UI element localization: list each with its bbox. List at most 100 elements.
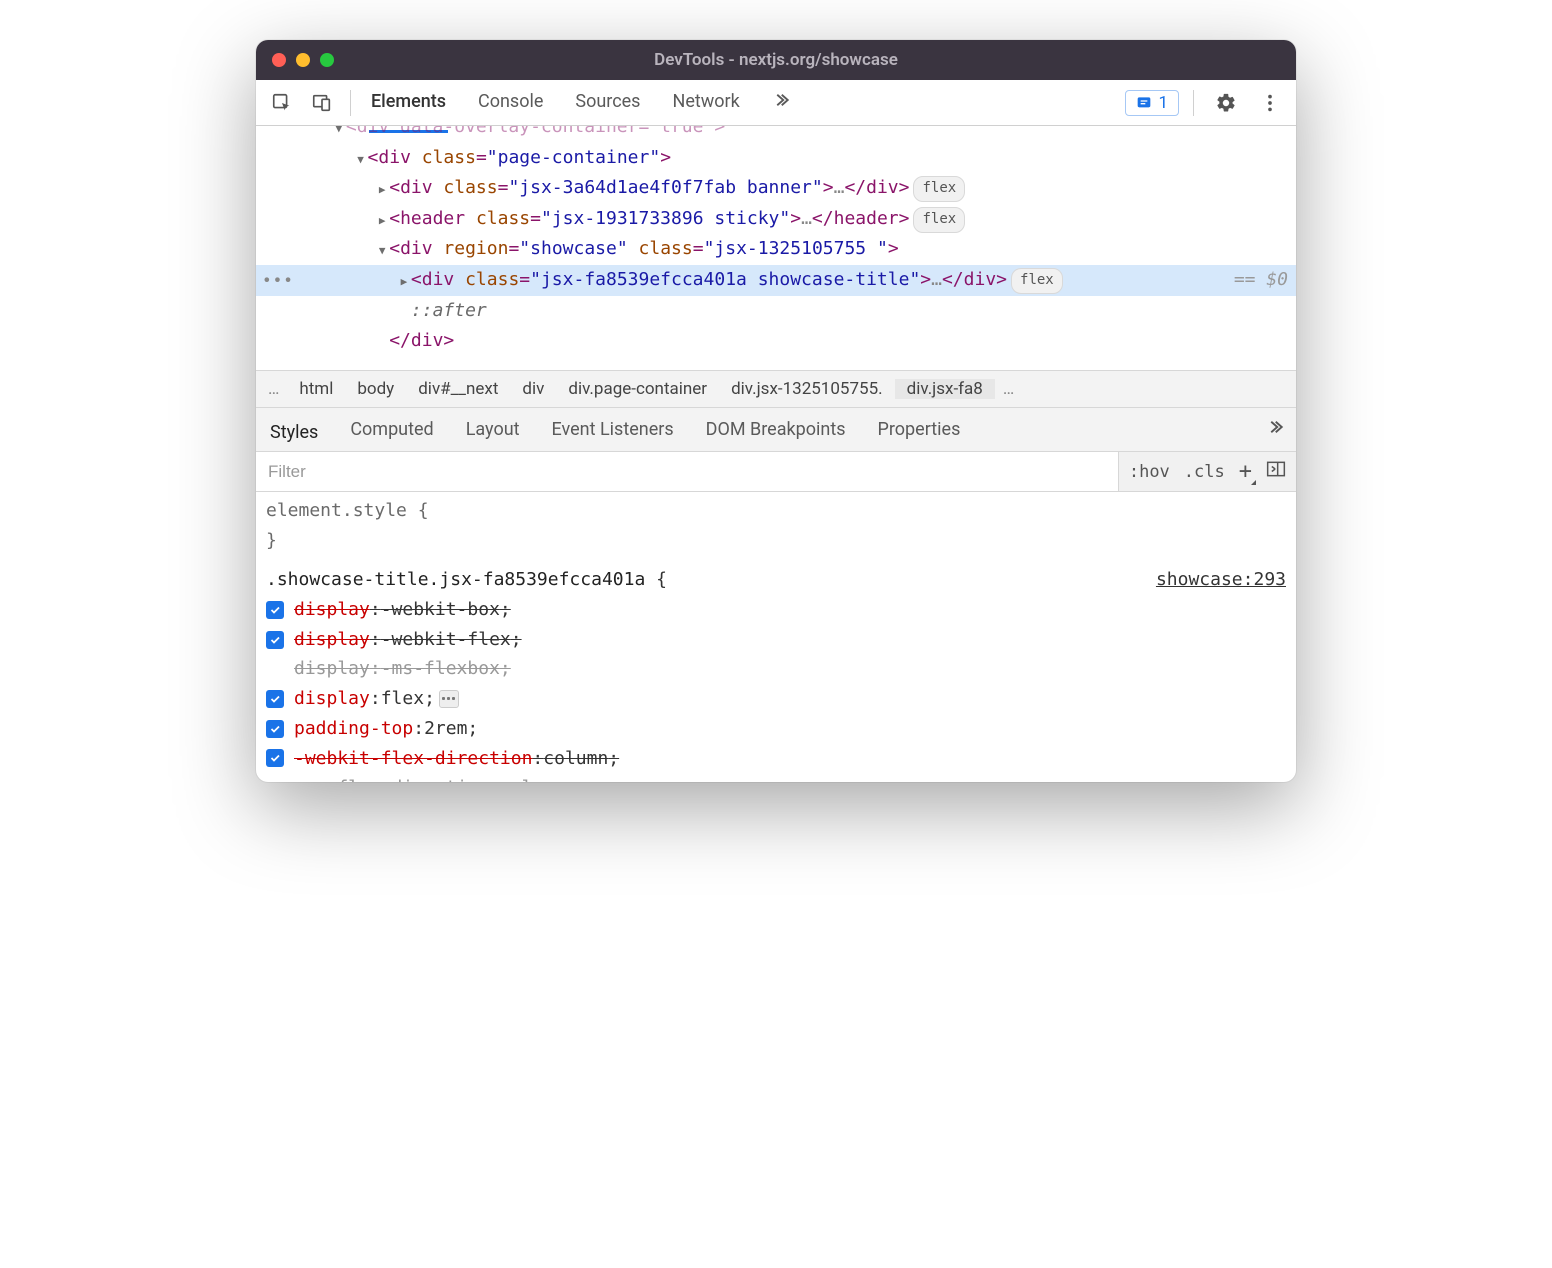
traffic-lights <box>272 53 334 67</box>
breadcrumb-item[interactable]: div <box>510 379 556 399</box>
cls-toggle[interactable]: .cls <box>1184 462 1225 482</box>
dom-line[interactable]: <header class="jsx-1931733896 sticky">…<… <box>256 204 1296 235</box>
dom-line[interactable]: ••• <div class="jsx-fa8539efcca401a show… <box>256 265 1296 296</box>
css-value: 2rem <box>424 714 467 744</box>
window-titlebar: DevTools - nextjs.org/showcase <box>256 40 1296 80</box>
devtools-window: DevTools - nextjs.org/showcase Elements … <box>256 40 1296 782</box>
styles-filter-tools: :hov .cls + <box>1118 452 1296 491</box>
breadcrumb-left-ellipsis[interactable]: … <box>260 379 287 399</box>
breadcrumb-item[interactable]: div.page-container <box>556 379 719 399</box>
styles-filter-row: :hov .cls + <box>256 452 1296 492</box>
main-toolbar: Elements Console Sources Network 1 <box>256 80 1296 126</box>
css-property: display <box>294 654 370 684</box>
flex-badge[interactable]: flex <box>913 176 965 202</box>
css-value: flex <box>381 684 424 714</box>
stab-styles[interactable]: Styles <box>268 414 320 457</box>
element-style-selector[interactable]: element.style { <box>266 496 1286 526</box>
tab-sources[interactable]: Sources <box>573 83 642 122</box>
dom-line[interactable]: <div region="showcase" class="jsx-132510… <box>256 234 1296 265</box>
css-value: -webkit-flex <box>381 625 511 655</box>
device-toolbar-icon[interactable] <box>304 85 340 121</box>
styles-panel: element.style { } showcase:293 .showcase… <box>256 492 1296 782</box>
dom-line[interactable]: ::after <box>256 296 1296 327</box>
close-window-button[interactable] <box>272 53 286 67</box>
css-property: display <box>294 684 370 714</box>
expand-toggle-icon[interactable] <box>375 326 389 357</box>
styles-tabs-overflow-icon[interactable] <box>1266 418 1284 441</box>
expand-toggle-icon[interactable] <box>397 296 411 327</box>
issues-count: 1 <box>1158 93 1168 113</box>
dom-line[interactable]: <div data-overlay-container="true"> <box>256 126 1296 143</box>
css-property: -webkit-flex-direction <box>294 744 532 774</box>
hov-toggle[interactable]: :hov <box>1129 462 1170 482</box>
tab-overflow-icon[interactable] <box>770 83 792 122</box>
css-property: padding-top <box>294 714 413 744</box>
stab-computed[interactable]: Computed <box>348 411 435 448</box>
breadcrumb-item[interactable]: html <box>287 379 345 399</box>
breadcrumb: … htmlbodydiv#__nextdivdiv.page-containe… <box>256 370 1296 408</box>
toolbar-divider <box>1193 90 1194 116</box>
dom-line[interactable]: <div class="page-container"> <box>256 143 1296 174</box>
dom-tree[interactable]: <div data-overlay-container="true"> <div… <box>256 126 1296 370</box>
settings-icon[interactable] <box>1208 85 1244 121</box>
css-declaration[interactable]: display: -webkit-flex; <box>266 625 1286 655</box>
selected-line-actions-icon[interactable]: ••• <box>262 267 294 294</box>
css-property: -ms-flex-direction <box>294 773 489 782</box>
main-tabs: Elements Console Sources Network <box>369 83 792 122</box>
css-property: display <box>294 625 370 655</box>
styles-filter-input[interactable] <box>256 452 1118 491</box>
expand-toggle-icon[interactable] <box>397 265 411 296</box>
expand-toggle-icon[interactable] <box>375 234 389 265</box>
breadcrumb-item[interactable]: div.jsx-fa8 <box>895 379 995 399</box>
css-declaration[interactable]: padding-top: 2rem; <box>266 714 1286 744</box>
css-source-link[interactable]: showcase:293 <box>1156 565 1286 595</box>
css-rule-selector[interactable]: .showcase-title.jsx-fa8539efcca401a <box>266 569 645 590</box>
breadcrumb-item[interactable]: div.jsx-1325105755. <box>719 379 895 399</box>
css-declaration[interactable]: display: -webkit-box; <box>266 595 1286 625</box>
css-decl-checkbox[interactable] <box>266 631 284 649</box>
stab-properties[interactable]: Properties <box>876 411 963 448</box>
css-decl-checkbox[interactable] <box>266 690 284 708</box>
stab-layout[interactable]: Layout <box>464 411 522 448</box>
selected-node-ref: == $0 <box>1234 265 1296 296</box>
toolbar-right: 1 <box>1125 85 1288 121</box>
css-decl-checkbox[interactable] <box>266 720 284 738</box>
toolbar-divider <box>350 90 351 116</box>
flex-badge[interactable]: flex <box>913 207 965 233</box>
breadcrumb-item[interactable]: body <box>345 379 406 399</box>
css-decl-checkbox[interactable] <box>266 601 284 619</box>
tab-console[interactable]: Console <box>476 83 545 122</box>
css-value: column <box>500 773 565 782</box>
inspect-element-icon[interactable] <box>264 85 300 121</box>
css-value: -webkit-box <box>381 595 500 625</box>
dom-line[interactable]: <div class="jsx-3a64d1ae4f0f7fab banner"… <box>256 173 1296 204</box>
new-style-rule-icon[interactable]: + <box>1239 459 1252 484</box>
computed-panel-toggle-icon[interactable] <box>1266 460 1286 483</box>
issues-button[interactable]: 1 <box>1125 90 1179 116</box>
breadcrumb-right-ellipsis[interactable]: … <box>995 379 1022 399</box>
css-value: column <box>543 744 608 774</box>
tab-network[interactable]: Network <box>670 83 741 122</box>
element-style-close: } <box>266 526 1286 556</box>
css-property: display <box>294 595 370 625</box>
expand-toggle-icon[interactable] <box>354 143 368 174</box>
stab-dom-breakpoints[interactable]: DOM Breakpoints <box>704 411 848 448</box>
css-declaration[interactable]: display: -ms-flexbox; <box>266 654 1286 684</box>
flex-badge[interactable]: flex <box>1011 268 1063 294</box>
more-icon[interactable] <box>1252 85 1288 121</box>
expand-toggle-icon[interactable] <box>332 126 346 143</box>
breadcrumb-item[interactable]: div#__next <box>406 379 510 399</box>
css-declaration[interactable]: -ms-flex-direction: column; <box>266 773 1286 782</box>
minimize-window-button[interactable] <box>296 53 310 67</box>
styles-tabs: Styles Computed Layout Event Listeners D… <box>256 408 1296 452</box>
flexbox-editor-icon[interactable] <box>439 690 459 708</box>
expand-toggle-icon[interactable] <box>375 173 389 204</box>
stab-event-listeners[interactable]: Event Listeners <box>550 411 676 448</box>
zoom-window-button[interactable] <box>320 53 334 67</box>
css-declaration[interactable]: -webkit-flex-direction: column; <box>266 744 1286 774</box>
expand-toggle-icon[interactable] <box>375 204 389 235</box>
window-title: DevTools - nextjs.org/showcase <box>256 50 1296 70</box>
dom-line[interactable]: </div> <box>256 326 1296 357</box>
css-declaration[interactable]: display: flex; <box>266 684 1286 714</box>
css-decl-checkbox[interactable] <box>266 749 284 767</box>
